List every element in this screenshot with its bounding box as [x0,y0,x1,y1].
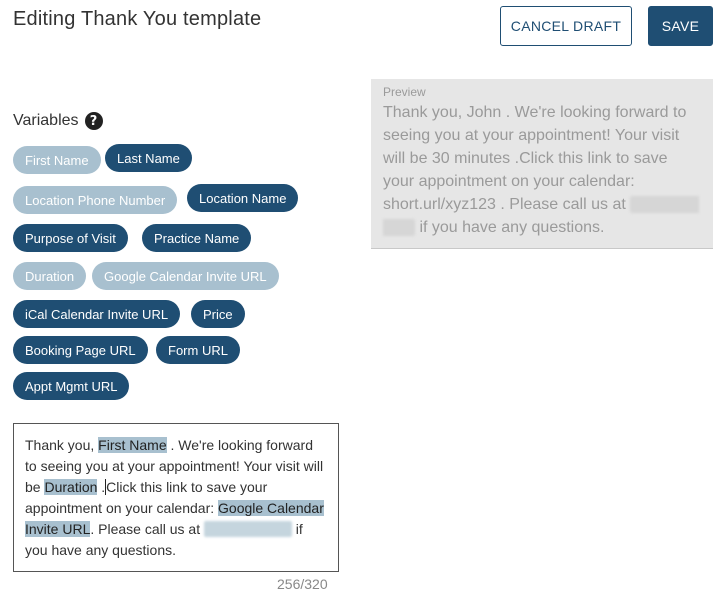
variable-last-name[interactable]: Last Name [105,144,192,172]
variable-location-phone-number[interactable]: Location Phone Number [13,186,178,214]
page-title: Editing Thank You template [13,8,262,30]
template-editor[interactable]: Thank you, First Name . We're looking fo… [13,423,339,572]
variables-label: Variables [13,112,79,129]
help-icon[interactable]: ? [84,112,103,130]
variables-heading: Variables ? [13,112,103,130]
variable-location-name[interactable]: Location Name [187,184,299,212]
variable-purpose-of-visit[interactable]: Purpose of Visit [13,224,128,252]
variable-first-name[interactable]: First Name [13,146,101,174]
editor-text: . [97,479,106,495]
variable-price[interactable]: Price [191,300,245,328]
variable-booking-page-url[interactable]: Booking Page URL [13,336,148,364]
cancel-draft-button[interactable]: CANCEL DRAFT [500,6,632,46]
variable-appt-mgmt-url[interactable]: Appt Mgmt URL [13,372,130,400]
editor-variable-duration[interactable]: Duration [44,479,98,495]
variable-practice-name[interactable]: Practice Name [142,224,252,252]
preview-text-end: if you have any questions. [415,219,605,236]
editor-text: Thank you, [25,437,99,453]
preview-label: Preview [383,85,426,99]
preview-text: Thank you, John . We're looking forward … [383,101,701,239]
preview-panel: Preview Thank you, John . We're looking … [371,79,713,249]
redacted-phone: (xxx) xxx-xxxx [203,521,292,537]
variable-ical-calendar-invite-url[interactable]: iCal Calendar Invite URL [13,300,181,328]
variable-form-url[interactable]: Form URL [156,336,240,364]
editor-variable-first-name[interactable]: First Name [98,437,167,453]
editor-text: . Please call us at [90,521,204,537]
variable-duration[interactable]: Duration [13,262,87,290]
save-button[interactable]: SAVE [648,6,713,46]
variable-google-calendar-invite-url[interactable]: Google Calendar Invite URL [92,262,279,290]
character-counter: 256/320 [277,576,328,592]
